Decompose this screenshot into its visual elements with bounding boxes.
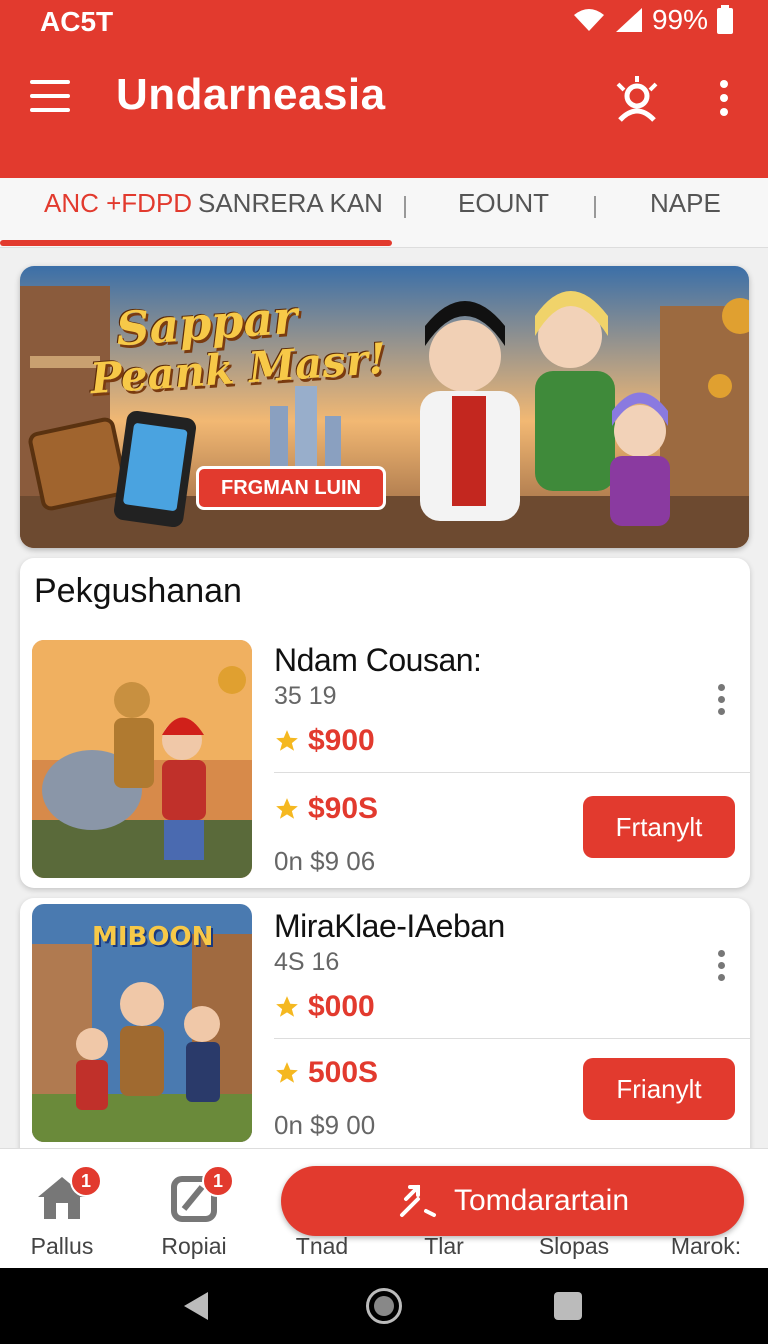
nav-label: Slopas — [538, 1233, 610, 1259]
item-price: $900 — [274, 724, 375, 758]
item-price-secondary: 500S — [274, 1056, 378, 1090]
status-icons: 99% — [572, 4, 734, 36]
item-thumbnail[interactable] — [32, 640, 252, 878]
divider — [274, 772, 750, 773]
item-title[interactable]: MiraKlae-IAeban — [274, 908, 505, 945]
star-icon — [276, 1062, 298, 1083]
banner-cta-button[interactable]: FRGMAN LUIN — [196, 466, 386, 510]
battery-percent: 99% — [651, 4, 708, 35]
tab-eount[interactable]: EOUNT — [458, 188, 549, 219]
featured-list-card: Pekgushanan Ndam Cousan: 35 19 $900 $90S… — [20, 558, 750, 888]
item-subtitle: 35 19 — [274, 682, 337, 710]
thumbnail-logo-text: MIBOON — [92, 922, 214, 952]
item-action-button[interactable]: Frtanylt — [583, 796, 735, 858]
list-item-card: MIBOON MiraKlae-IAeban 4S 16 $000 500S 0… — [20, 898, 750, 1158]
item-meta: 0n $9 06 — [274, 846, 376, 876]
item-price: $000 — [274, 990, 375, 1024]
nav-label: Tnad — [295, 1233, 349, 1259]
item-price-secondary: $90S — [274, 792, 378, 826]
tab-divider — [594, 196, 596, 218]
carrier-label: AC5T — [40, 6, 114, 37]
back-icon[interactable] — [182, 1290, 210, 1322]
item-title[interactable]: Ndam Cousan: — [274, 642, 482, 679]
divider — [274, 1038, 750, 1039]
overflow-menu-icon[interactable] — [716, 80, 732, 120]
wifi-icon — [573, 9, 604, 31]
active-tab-indicator — [0, 240, 392, 246]
tab-divider — [404, 196, 406, 218]
tab-nape[interactable]: NAPE — [650, 188, 721, 219]
signal-icon — [615, 8, 642, 32]
expand-arrow-icon — [399, 1185, 436, 1217]
nav-label: Tlar — [424, 1233, 464, 1259]
star-icon — [276, 996, 298, 1017]
item-more-icon[interactable] — [716, 950, 726, 986]
status-bar: AC5T 99% — [0, 0, 768, 44]
price-value: $900 — [308, 724, 375, 757]
item-more-icon[interactable] — [716, 684, 726, 720]
hamburger-menu-icon[interactable] — [30, 80, 70, 116]
app-bar: Undarneasia — [0, 60, 768, 140]
primary-action-button[interactable]: Tomdarartain — [281, 1166, 744, 1236]
notification-badge: 1 — [70, 1165, 102, 1197]
price-value: 500S — [308, 1056, 379, 1089]
app-title: Undarneasia — [116, 70, 386, 119]
item-meta: 0n $9 00 — [274, 1110, 376, 1140]
price-value: $90S — [308, 792, 379, 825]
section-title: Pekgushanan — [34, 572, 242, 610]
nav-label: Marok: — [670, 1233, 742, 1259]
top-app-bar: AC5T 99% Undarneasia — [0, 0, 768, 178]
nav-label: Pallus — [30, 1233, 94, 1259]
item-action-button[interactable]: Frianylt — [583, 1058, 735, 1120]
primary-action-label: Tomdarartain — [453, 1184, 630, 1217]
tab-bar: ANC +FDPD SANRERA KAN EOUNT NAPE — [0, 178, 768, 248]
item-subtitle: 4S 16 — [274, 948, 340, 976]
home-button-icon[interactable] — [366, 1288, 402, 1324]
notification-badge: 1 — [202, 1165, 234, 1197]
battery-icon — [717, 5, 733, 34]
profile-icon[interactable] — [614, 76, 660, 122]
nav-label: Ropiai — [161, 1233, 227, 1259]
tab-anc-fdpd[interactable]: ANC +FDPD — [44, 188, 192, 219]
recent-apps-icon[interactable] — [554, 1292, 582, 1320]
game-art-image — [32, 640, 252, 878]
promo-banner[interactable]: Sappar Peank Masr! FRGMAN LUIN — [20, 266, 749, 548]
tab-sanrera-kan[interactable]: SANRERA KAN — [198, 188, 383, 219]
price-value: $000 — [308, 990, 375, 1023]
item-thumbnail[interactable]: MIBOON — [32, 904, 252, 1142]
system-navigation-bar — [0, 1268, 768, 1344]
star-icon — [276, 730, 298, 751]
star-icon — [276, 798, 298, 819]
